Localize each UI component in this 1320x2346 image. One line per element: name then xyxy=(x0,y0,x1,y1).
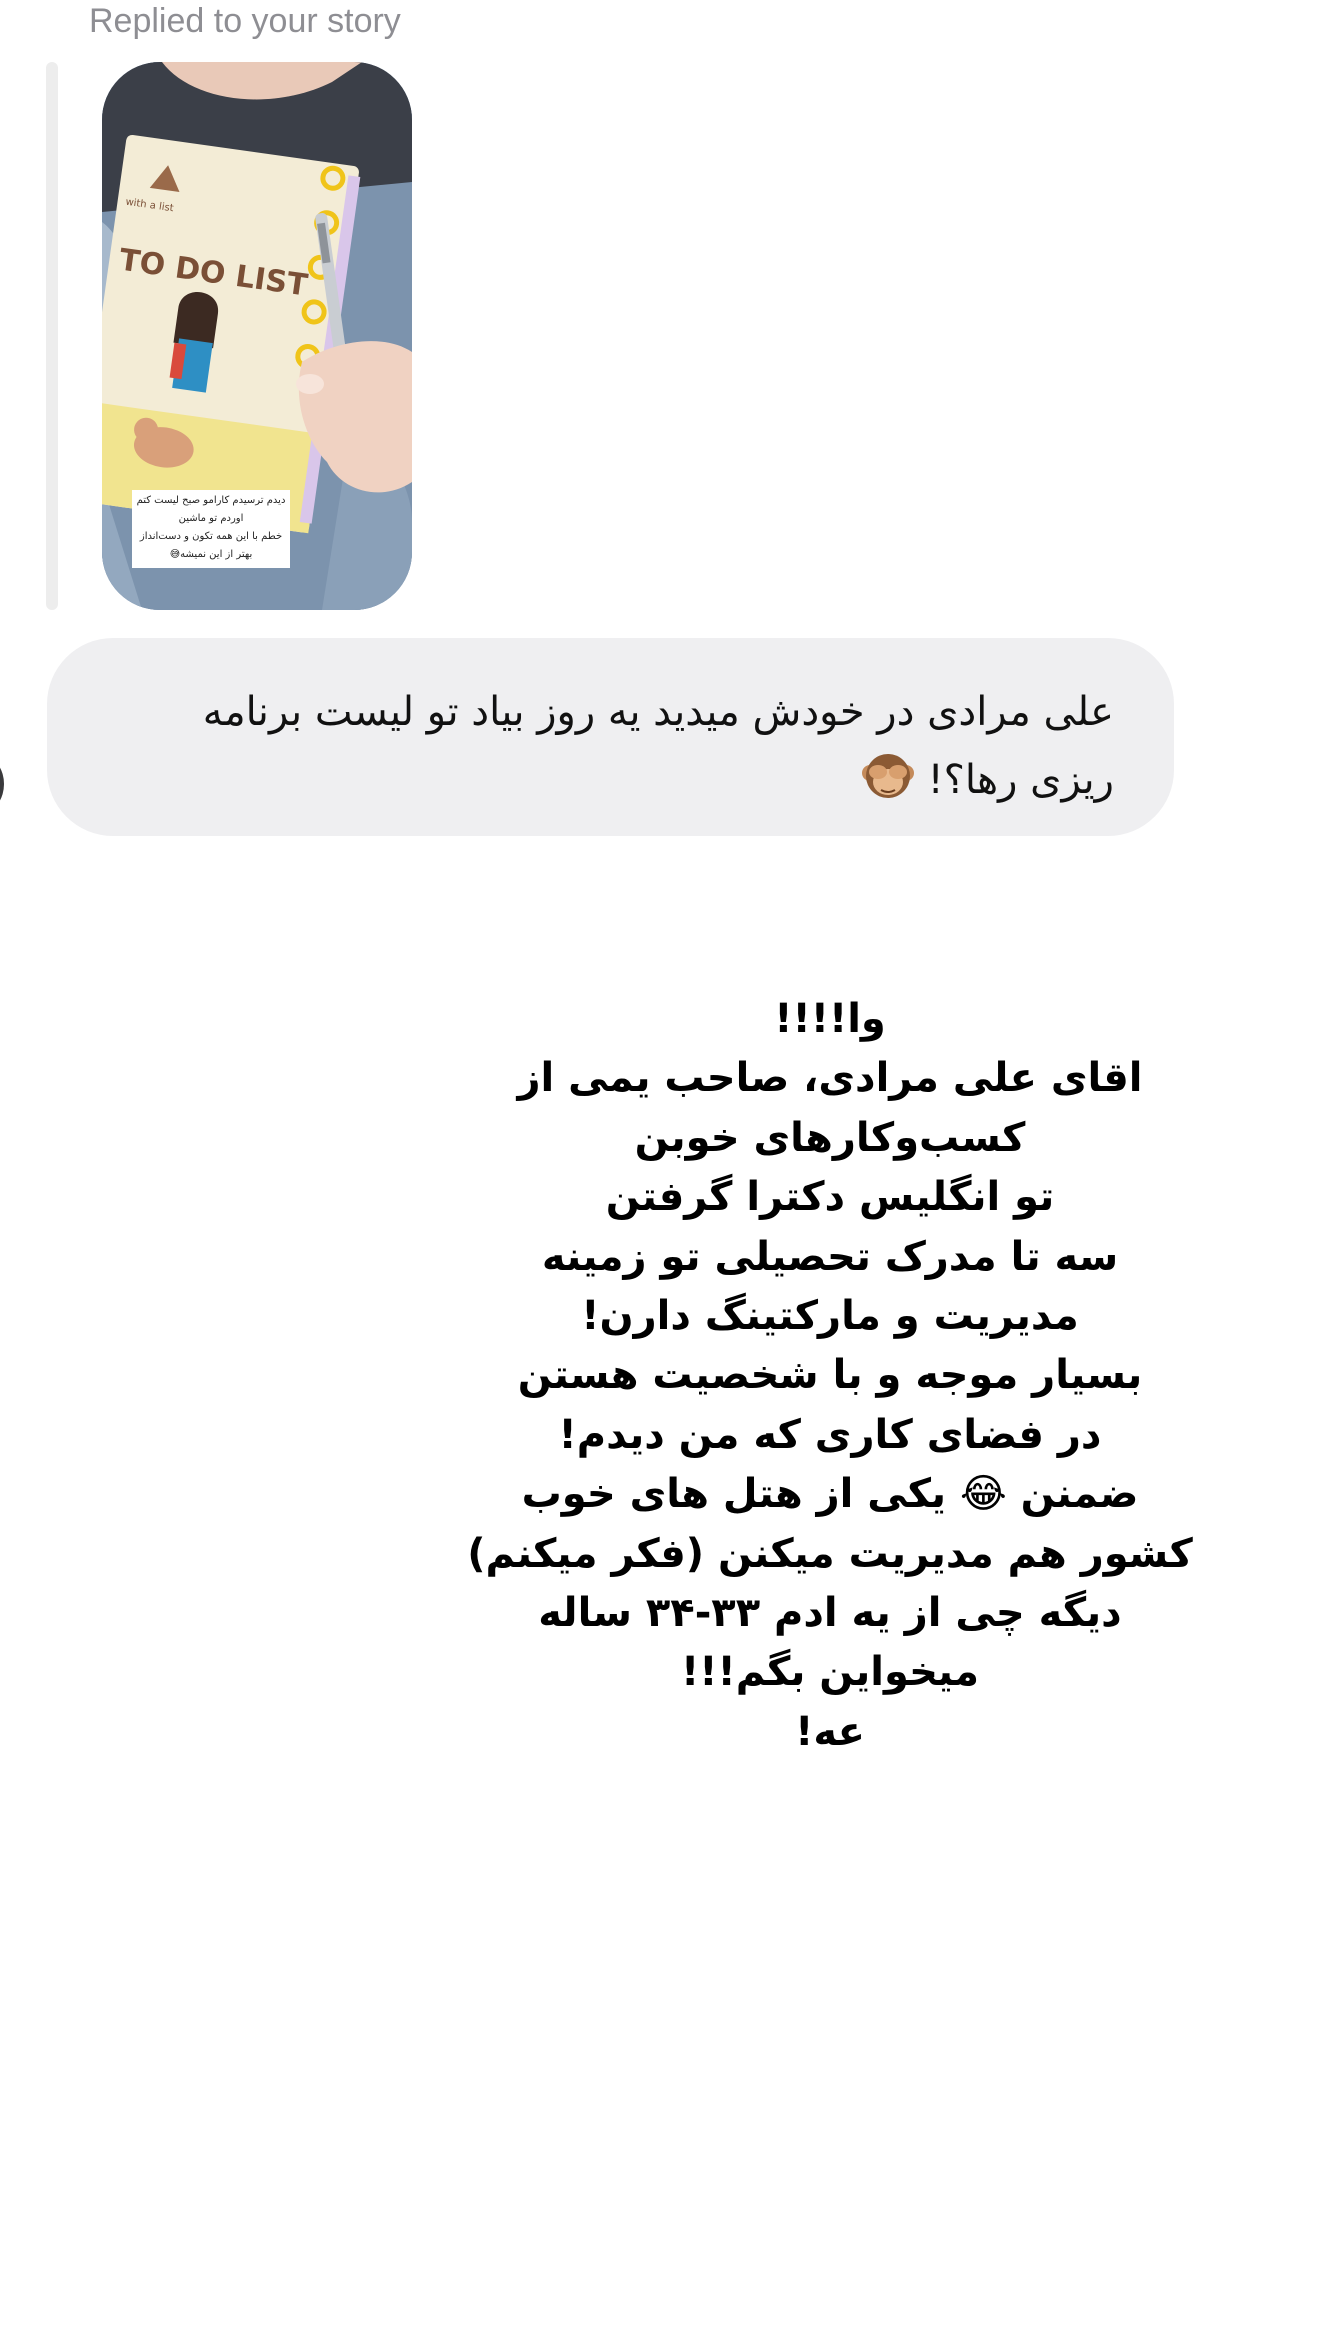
story-thumbnail-caption: دیدم ترسیدم کارامو صبح لیست کتم اوردم تو… xyxy=(132,490,290,568)
sender-avatar[interactable] xyxy=(0,758,4,810)
story-text-overlay: وا!!!! اقای علی مرادی، صاحب یمی از کسب‌و… xyxy=(467,996,1193,1755)
reply-quote-bar xyxy=(46,62,58,610)
message-text-content: علی مرادی در خودش میدید یه روز بیاد تو ل… xyxy=(202,689,1114,803)
message-bubble[interactable]: علی مرادی در خودش میدید یه روز بیاد تو ل… xyxy=(47,638,1174,836)
story-thumbnail[interactable]: TO DO LIST with a list دیدم ترسیدم کارام… xyxy=(102,62,412,610)
see-no-evil-monkey-icon xyxy=(861,749,915,803)
replied-to-story-label: Replied to your story xyxy=(89,2,401,40)
message-text: علی مرادی در خودش میدید یه روز بیاد تو ل… xyxy=(89,678,1114,814)
